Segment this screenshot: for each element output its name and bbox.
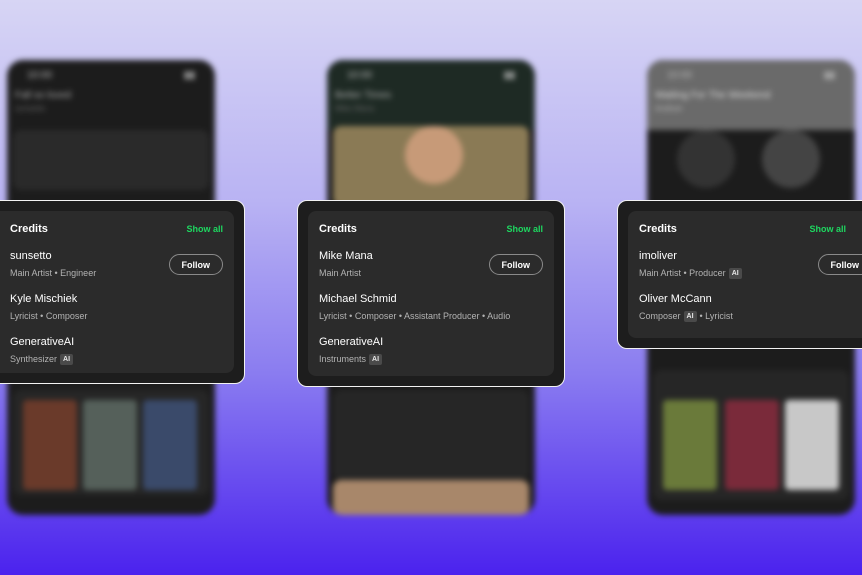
credit-roles: Instruments <box>319 354 367 364</box>
credit-item: Kyle Mischiek Lyricist • Composer <box>10 293 223 322</box>
credit-roles-extra: • Lyricist <box>699 311 733 321</box>
ai-badge: AI <box>369 354 383 365</box>
ai-badge: AI <box>728 268 742 279</box>
credits-panel: Credits Show all sunsetto Main Artist • … <box>0 211 234 373</box>
credit-item: Mike Mana Main Artist Follow <box>319 250 543 279</box>
credit-item: imoliver Main Artist • Producer AI Follo… <box>639 250 862 279</box>
credit-item: Michael Schmid Lyricist • Composer • Ass… <box>319 293 543 322</box>
credits-title: Credits <box>639 223 677 235</box>
credits-card-left: Credits Show all sunsetto Main Artist • … <box>0 200 245 384</box>
credits-title: Credits <box>319 223 357 235</box>
credit-roles: Composer <box>639 311 681 321</box>
follow-button[interactable]: Follow <box>817 254 862 275</box>
credit-item: GenerativeAI Instruments AI <box>319 336 543 365</box>
credits-panel: Credits Show all Mike Mana Main Artist F… <box>308 211 554 376</box>
credits-card-center: Credits Show all Mike Mana Main Artist F… <box>297 200 565 387</box>
ai-badge: AI <box>683 311 697 322</box>
credits-title: Credits <box>10 223 48 235</box>
credit-name[interactable]: Michael Schmid <box>319 293 543 306</box>
ai-badge: AI <box>60 354 74 365</box>
show-all-link[interactable]: Show all <box>186 224 223 234</box>
credit-item: GenerativeAI Synthesizer AI <box>10 336 223 365</box>
credit-name[interactable]: GenerativeAI <box>319 336 543 349</box>
follow-button[interactable]: Follow <box>168 254 223 275</box>
credit-roles: Main Artist • Engineer <box>10 268 97 278</box>
credits-card-right: Credits Show all imoliver Main Artist • … <box>617 200 862 349</box>
credit-item: Oliver McCann Composer AI • Lyricist <box>639 293 860 322</box>
credit-name[interactable]: Kyle Mischiek <box>10 293 223 306</box>
credit-roles: Lyricist • Composer • Assistant Producer… <box>319 311 511 321</box>
credits-panel: Credits Show all imoliver Main Artist • … <box>628 211 862 338</box>
show-all-link[interactable]: Show all <box>809 224 846 234</box>
credit-roles: Main Artist <box>319 268 362 278</box>
credit-roles: Lyricist • Composer <box>10 311 88 321</box>
follow-button[interactable]: Follow <box>488 254 543 275</box>
credit-roles: Synthesizer <box>10 354 58 364</box>
credit-roles: Main Artist • Producer <box>639 268 726 278</box>
credit-name[interactable]: Oliver McCann <box>639 293 860 306</box>
credit-name[interactable]: GenerativeAI <box>10 336 223 349</box>
credit-item: sunsetto Main Artist • Engineer Follow <box>10 250 223 279</box>
show-all-link[interactable]: Show all <box>506 224 543 234</box>
